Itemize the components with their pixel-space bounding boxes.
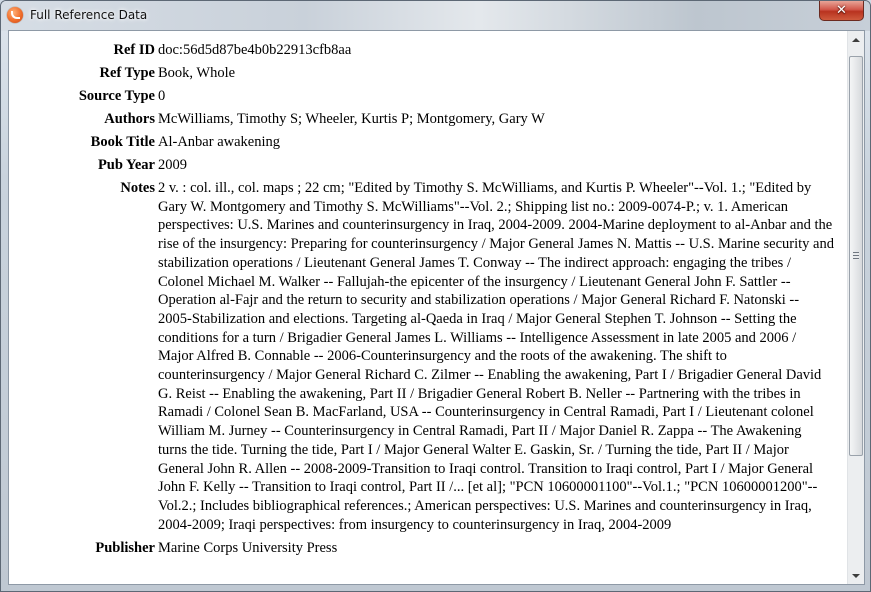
- field-row-authors: Authors McWilliams, Timothy S; Wheeler, …: [9, 108, 834, 131]
- field-label-authors: Authors: [104, 111, 155, 127]
- field-row-publisher: Publisher Marine Corps University Press: [9, 537, 834, 560]
- field-value-publisher: Marine Corps University Press: [158, 540, 338, 557]
- field-label-book-title: Book Title: [90, 134, 155, 150]
- field-row-source-type: Source Type 0: [9, 85, 834, 108]
- field-label-source-type: Source Type: [78, 88, 155, 104]
- field-label-ref-type: Ref Type: [99, 65, 155, 81]
- app-logo-icon: [7, 7, 23, 23]
- field-row-book-title: Book Title Al-Anbar awakening: [9, 131, 834, 154]
- scroll-down-arrow-icon: [852, 573, 860, 578]
- title-bar[interactable]: Full Reference Data ✕: [1, 1, 870, 31]
- field-row-ref-type: Ref Type Book, Whole: [9, 62, 834, 85]
- scrollbar-grip-icon: [853, 252, 859, 260]
- close-icon: ✕: [836, 3, 847, 18]
- scroll-down-button[interactable]: [848, 567, 864, 584]
- full-reference-data-window: Full Reference Data ✕ Ref ID doc:56d5d87…: [0, 0, 871, 592]
- field-value-book-title: Al-Anbar awakening: [158, 134, 280, 150]
- field-value-source-type: 0: [158, 88, 166, 104]
- field-value-authors: McWilliams, Timothy S; Wheeler, Kurtis P…: [158, 111, 545, 127]
- vertical-scrollbar[interactable]: [847, 31, 864, 584]
- field-label-ref-id: Ref ID: [113, 42, 155, 58]
- scroll-up-arrow-icon: [852, 37, 860, 42]
- field-row-pub-year: Pub Year 2009: [9, 154, 834, 177]
- field-label-notes: Notes: [120, 180, 155, 196]
- reference-details-panel: Ref ID doc:56d5d87be4b0b22913cfb8aa Ref …: [8, 30, 865, 585]
- field-value-notes: 2 v. : col. ill., col. maps ; 22 cm; "Ed…: [158, 180, 834, 533]
- scroll-up-button[interactable]: [848, 31, 864, 48]
- field-label-publisher: Publisher: [95, 540, 155, 557]
- field-value-ref-id: doc:56d5d87be4b0b22913cfb8aa: [158, 42, 352, 58]
- scrollbar-thumb[interactable]: [849, 56, 863, 456]
- field-value-ref-type: Book, Whole: [158, 65, 236, 81]
- reference-fields-table: Ref ID doc:56d5d87be4b0b22913cfb8aa Ref …: [9, 39, 834, 560]
- reference-details-scroll-area[interactable]: Ref ID doc:56d5d87be4b0b22913cfb8aa Ref …: [9, 31, 847, 584]
- field-row-notes: Notes 2 v. : col. ill., col. maps ; 22 c…: [9, 177, 834, 537]
- close-button[interactable]: ✕: [819, 1, 864, 21]
- field-label-pub-year: Pub Year: [97, 157, 155, 173]
- field-value-pub-year: 2009: [158, 157, 187, 173]
- window-title: Full Reference Data: [30, 8, 148, 22]
- field-row-ref-id: Ref ID doc:56d5d87be4b0b22913cfb8aa: [9, 39, 834, 62]
